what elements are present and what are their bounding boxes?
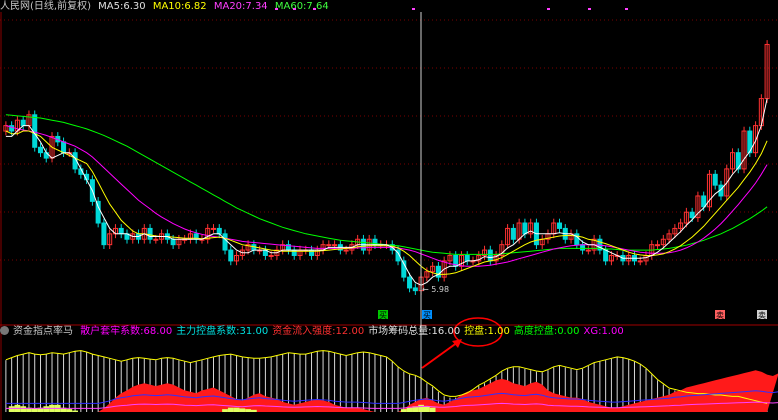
candle-body-46: [268, 254, 274, 257]
candle-body-84: [487, 249, 493, 262]
candle-body-6: [37, 146, 44, 154]
indicator-item-2: 资金流入强度:12.00: [272, 326, 365, 337]
candle-body-37: [216, 227, 222, 235]
ind-yellow-bar-42: [245, 409, 251, 412]
candle-body-80: [464, 254, 470, 262]
ind-yellow-bar-3: [20, 406, 27, 412]
candle-body-56: [326, 244, 332, 247]
indicator-item-5: 高度控盘:0.00: [513, 326, 580, 337]
ind-yellow-bar-1: [8, 406, 15, 412]
candle-body-96: [556, 222, 563, 229]
ind-yellow-bar-43: [250, 409, 257, 412]
ind-yellow-bar-73: [423, 406, 430, 412]
annotation-arrow-head: [452, 339, 462, 348]
indicator-item-3: 市场筹码总量:16.00: [368, 326, 461, 337]
candle-body-71: [412, 287, 418, 292]
top-dot-5: [588, 8, 591, 10]
candle-body-88: [510, 227, 516, 240]
indicator-item-4: 控盘:1.00: [464, 326, 510, 337]
annotation-arrow-shaft: [421, 341, 459, 369]
ind-yellow-bar-12: [72, 410, 78, 412]
top-dot-2: [313, 8, 316, 10]
candle-body-10: [61, 141, 67, 154]
indicator-settings-icon[interactable]: [0, 326, 9, 335]
low-price-label: ← 5.98: [422, 285, 449, 294]
candle-body-110: [637, 260, 643, 263]
indicator-item-6: XG:1.00: [583, 326, 624, 337]
candle-body-57: [332, 244, 338, 247]
candle-body-39: [228, 249, 234, 262]
indicator-name: 资金指点率马: [13, 326, 73, 337]
top-dot-0: [275, 8, 278, 10]
buy-flag-1: 买: [379, 311, 387, 320]
ind-yellow-bar-39: [227, 407, 234, 412]
indicator-item-0: 散户套牢系数:68.00: [80, 326, 173, 337]
ma5-line: [5, 98, 768, 286]
top-dot-6: [625, 8, 628, 10]
sell-flag-2: 卖: [758, 311, 766, 320]
indicator-items: 散户套牢系数:68.00 主力控盘系数:31.00 资金流入强度:12.00 市场筹码…: [80, 326, 628, 337]
ind-yellow-bar-5: [31, 408, 38, 412]
candle-body-123: [712, 173, 718, 186]
ind-yellow-bar-11: [66, 409, 73, 412]
ind-yellow-bar-70: [406, 407, 413, 412]
candle-body-29: [170, 238, 176, 246]
candle-body-26: [153, 238, 159, 241]
buy-flag-2: 买: [423, 311, 431, 320]
candle-body-59: [343, 249, 349, 252]
candle-body-16: [95, 200, 101, 224]
candle-body-17: [101, 222, 107, 246]
ind-yellow-bar-40: [233, 407, 240, 412]
sell-flag: 卖: [716, 311, 724, 320]
candle-body-104: [603, 249, 609, 262]
ind-yellow-bar-69: [400, 409, 407, 412]
candle-body-119: [689, 211, 695, 219]
candle-body-20: [118, 227, 124, 235]
candle-body-38: [222, 233, 228, 251]
ind-yellow-bar-74: [429, 407, 436, 412]
top-dot-3: [412, 8, 415, 10]
candle-body-3: [20, 119, 26, 127]
ind-yellow-bar-41: [239, 408, 246, 412]
candle-body-121: [701, 195, 707, 208]
indicator-item-1: 主力控盘系数:31.00: [176, 326, 269, 337]
candle-body-113: [655, 244, 661, 247]
candle-body-36: [210, 227, 217, 230]
top-dot-1: [293, 8, 296, 10]
stock-chart-panel[interactable]: 人民网(日线,前复权) MA5:6.30 MA10:6.82 MA20:7.34…: [0, 0, 778, 420]
ind-yellow-bar-7: [43, 406, 50, 412]
indicator-legend: 资金指点率马 散户套牢系数:68.00 主力控盘系数:31.00 资金流入强度:12…: [0, 325, 632, 339]
candle-body-25: [147, 227, 153, 240]
candle-body-70: [407, 276, 413, 289]
price-indicator-svg[interactable]: ← 5.98 买 买 卖 卖: [0, 0, 778, 420]
candle-body-101: [585, 249, 591, 252]
ind-yellow-bar-72: [418, 404, 424, 412]
ind-yellow-bar-38: [222, 409, 228, 412]
top-dot-4: [547, 8, 550, 10]
candle-body-90: [522, 222, 528, 235]
candle-body-100: [580, 244, 586, 251]
